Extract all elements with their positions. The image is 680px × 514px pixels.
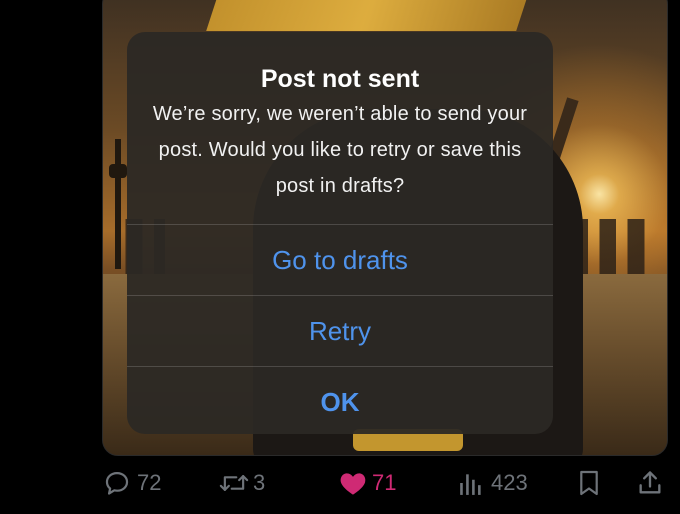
repost-button[interactable]: 3 [218, 468, 265, 498]
share-button[interactable] [636, 468, 664, 498]
like-button[interactable]: 71 [339, 468, 396, 498]
retry-button[interactable]: Retry [127, 295, 553, 366]
heart-icon [339, 470, 367, 496]
image-title-graphic [206, 0, 530, 31]
like-count: 71 [372, 470, 397, 495]
repost-count: 3 [253, 470, 266, 495]
alert-message: We’re sorry, we weren’t able to send you… [152, 103, 528, 197]
post-action-bar: 72 3 71 423 [0, 462, 680, 502]
go-to-drafts-button[interactable]: Go to drafts [127, 224, 553, 295]
views-count: 423 [491, 470, 528, 495]
bookmark-icon [578, 469, 600, 497]
reply-button[interactable]: 72 [103, 468, 161, 498]
alert-title: Post not sent [260, 65, 420, 93]
post-not-sent-alert: Post not sent We’re sorry, we weren’t ab… [127, 32, 553, 434]
repost-icon [218, 469, 250, 497]
views-icon [459, 470, 483, 496]
image-tower [115, 139, 121, 269]
views-button[interactable]: 423 [459, 468, 528, 498]
share-icon [636, 469, 664, 497]
reply-icon [103, 469, 131, 497]
bookmark-button[interactable] [578, 468, 600, 498]
image-tower-head [109, 164, 127, 178]
alert-body: Post not sent We’re sorry, we weren’t ab… [127, 32, 553, 224]
reply-count: 72 [137, 470, 162, 495]
ok-button[interactable]: OK [127, 366, 553, 434]
